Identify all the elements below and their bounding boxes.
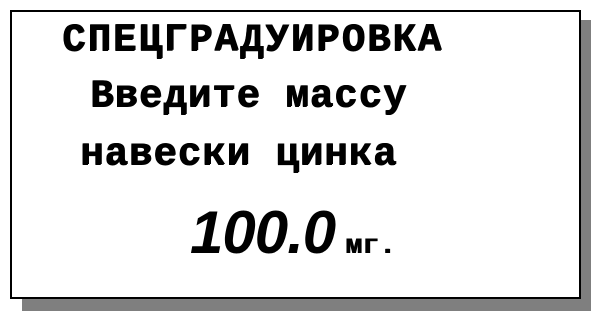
prompt-line-2: навески цинка (80, 132, 398, 176)
screen-title: СПЕЦГРАДУИРОВКА (62, 18, 444, 62)
lcd-screen: СПЕЦГРАДУИРОВКА Введите массу навески ци… (10, 10, 581, 299)
mass-value[interactable]: 100.0 (190, 199, 336, 266)
device-display-panel: СПЕЦГРАДУИРОВКА Введите массу навески ци… (0, 0, 591, 311)
mass-value-row: 100.0 мг. (190, 198, 396, 267)
mass-unit: мг. (345, 231, 396, 262)
prompt-line-1: Введите массу (90, 74, 408, 118)
